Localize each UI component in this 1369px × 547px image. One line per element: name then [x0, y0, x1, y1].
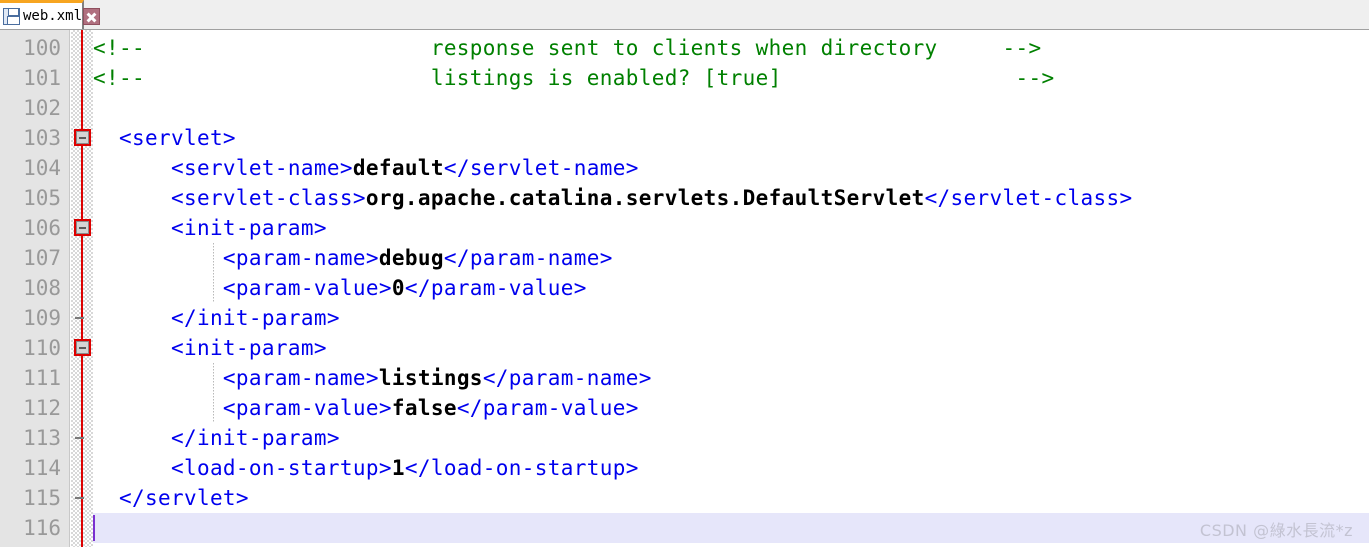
xml-text-value: default — [352, 156, 444, 180]
line-number: 103 — [23, 126, 61, 150]
xml-tag: </init-param> — [93, 426, 340, 450]
xml-tag: <param-value> — [93, 276, 392, 300]
xml-tag: <param-value> — [93, 396, 392, 420]
line-number: 107 — [23, 246, 61, 270]
line-number: 102 — [23, 96, 61, 120]
xml-tag: <param-name> — [93, 366, 379, 390]
xml-tag: <init-param> — [93, 216, 327, 240]
line-number: 105 — [23, 186, 61, 210]
code-line[interactable]: <servlet> — [93, 123, 236, 153]
fold-end-tick — [75, 497, 84, 499]
line-number: 106 — [23, 216, 61, 240]
line-number: 111 — [23, 366, 61, 390]
xml-text-value: false — [391, 396, 457, 420]
line-number-gutter: 100 101 102 103 104 105 106 107 108 109 110 111 112 1… — [0, 30, 70, 547]
tab-title: web.xml — [23, 8, 83, 24]
fold-collapse-button[interactable] — [74, 339, 91, 356]
fold-collapse-button[interactable] — [74, 129, 91, 146]
editor-tab-bar: web.xml — [0, 0, 1369, 30]
xml-text-value: org.apache.catalina.servlets.DefaultServ… — [365, 186, 925, 210]
code-line[interactable]: </servlet> — [93, 483, 249, 513]
xml-comment: <!-- response sent to clients when direc… — [93, 36, 1042, 60]
xml-tag: </param-value> — [456, 396, 639, 420]
xml-tag: <servlet-class> — [93, 186, 366, 210]
line-number: 115 — [23, 486, 61, 510]
xml-comment: <!-- listings is enabled? [true] --> — [93, 66, 1055, 90]
code-line[interactable]: </init-param> — [93, 303, 340, 333]
code-text-area[interactable]: <!-- response sent to clients when direc… — [93, 30, 1369, 547]
code-line[interactable]: <param-name>listings</param-name> — [93, 363, 652, 393]
code-line[interactable]: <param-value>false</param-value> — [93, 393, 639, 423]
xml-text-value: listings — [378, 366, 483, 390]
xml-tag: </servlet-name> — [443, 156, 639, 180]
xml-tag: </init-param> — [93, 306, 340, 330]
line-number: 112 — [23, 396, 61, 420]
line-number: 104 — [23, 156, 61, 180]
xml-text-value: debug — [378, 246, 444, 270]
fold-scope-line — [81, 30, 83, 547]
line-number: 100 — [23, 36, 61, 60]
xml-tag: </param-name> — [443, 246, 613, 270]
xml-tag: <servlet-name> — [93, 156, 353, 180]
xml-tag: </param-name> — [482, 366, 652, 390]
code-line[interactable]: <servlet-class>org.apache.catalina.servl… — [93, 183, 1132, 213]
code-line[interactable]: <load-on-startup>1</load-on-startup> — [93, 453, 639, 483]
line-number: 108 — [23, 276, 61, 300]
code-line[interactable]: <init-param> — [93, 333, 327, 363]
xml-tag: <load-on-startup> — [93, 456, 392, 480]
close-x-icon[interactable] — [83, 7, 101, 25]
fold-collapse-button[interactable] — [74, 219, 91, 236]
code-folding-strip[interactable] — [71, 30, 93, 547]
code-line[interactable]: <!-- listings is enabled? [true] --> — [93, 63, 1055, 93]
line-number: 113 — [23, 426, 61, 450]
code-line[interactable]: <!-- response sent to clients when direc… — [93, 33, 1042, 63]
xml-tag: </param-value> — [404, 276, 587, 300]
line-number: 116 — [23, 516, 61, 540]
xml-tag: <init-param> — [93, 336, 327, 360]
xml-text-value: 1 — [391, 456, 405, 480]
xml-text-value: 0 — [391, 276, 405, 300]
code-editor[interactable]: 100 101 102 103 104 105 106 107 108 109 110 111 112 1… — [0, 30, 1369, 547]
xml-tag: </servlet-class> — [924, 186, 1133, 210]
line-number: 101 — [23, 66, 61, 90]
text-caret — [93, 515, 95, 541]
xml-tag: <servlet> — [93, 126, 236, 150]
floppy-disk-icon — [3, 7, 20, 25]
fold-end-tick — [75, 437, 84, 439]
fold-end-tick — [75, 317, 84, 319]
code-line[interactable]: <param-name>debug</param-name> — [93, 243, 613, 273]
line-number: 114 — [23, 456, 61, 480]
code-line[interactable]: </init-param> — [93, 423, 340, 453]
code-line[interactable]: <init-param> — [93, 213, 327, 243]
current-line-highlight — [93, 513, 1369, 543]
code-line[interactable]: <param-value>0</param-value> — [93, 273, 587, 303]
xml-tag: <param-name> — [93, 246, 379, 270]
code-line[interactable]: <servlet-name>default</servlet-name> — [93, 153, 639, 183]
line-number: 109 — [23, 306, 61, 330]
tab-web-xml[interactable]: web.xml — [0, 0, 101, 29]
line-number: 110 — [23, 336, 61, 360]
xml-tag: </servlet> — [93, 486, 249, 510]
watermark-text: CSDN @綠水長流*z — [1199, 521, 1353, 540]
xml-tag: </load-on-startup> — [404, 456, 639, 480]
